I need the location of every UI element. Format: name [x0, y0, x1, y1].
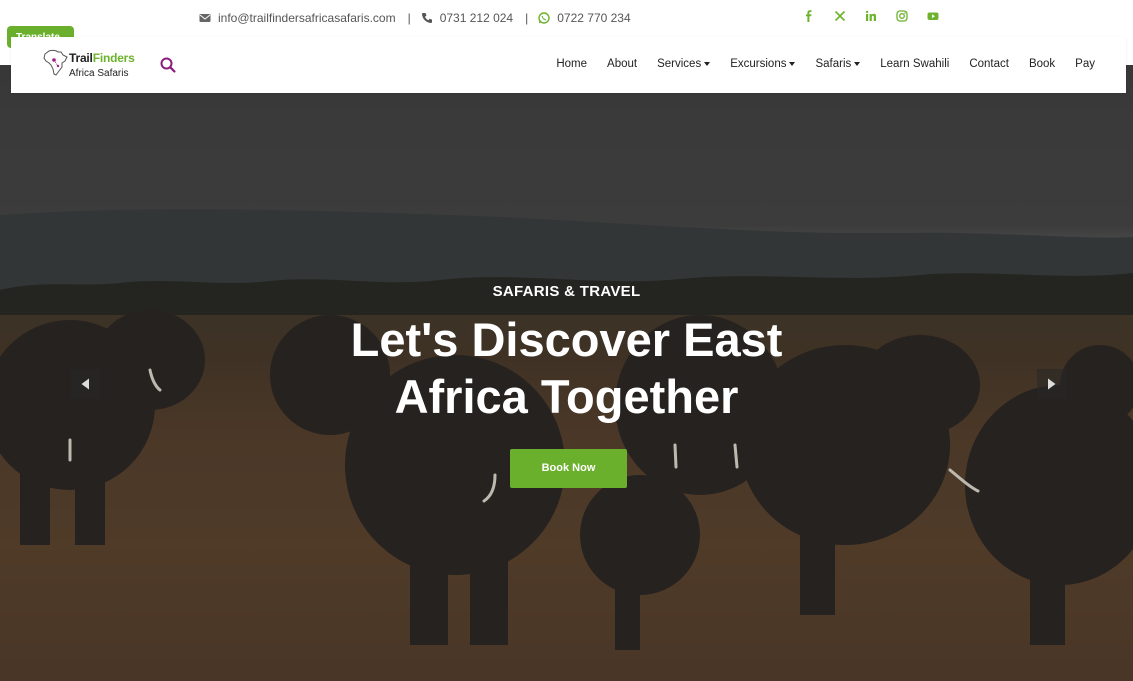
envelope-icon — [199, 12, 211, 24]
email-link[interactable]: info@trailfindersafricasafaris.com — [218, 11, 396, 25]
hero-headline-line-2: Africa Together — [394, 370, 739, 423]
caret-down-icon — [789, 61, 796, 66]
nav-item-label: Excursions — [730, 58, 787, 70]
linkedin-icon[interactable] — [865, 10, 877, 24]
africa-map-icon — [43, 49, 68, 76]
book-now-button[interactable]: Book Now — [510, 449, 627, 488]
contact-info: info@trailfindersafricasafaris.com | 073… — [199, 11, 631, 25]
logo-brand-part1: Trail — [69, 51, 93, 65]
caret-down-icon — [704, 61, 711, 66]
nav-item-pay[interactable]: Pay — [1075, 58, 1095, 70]
nav-item-label: Services — [657, 58, 702, 70]
instagram-icon[interactable] — [896, 10, 908, 24]
nav-item-services[interactable]: Services — [657, 58, 711, 70]
logo[interactable]: TrailFinders Africa Safaris — [43, 49, 148, 81]
hero-eyebrow: SAFARIS & TRAVEL — [492, 283, 641, 300]
youtube-icon[interactable] — [927, 10, 939, 24]
nav-menu: Home About Services Excursions Safaris L… — [536, 58, 1095, 70]
whatsapp-icon — [538, 12, 550, 24]
phone-number-2[interactable]: 0722 770 234 — [557, 11, 630, 25]
hero-headline-line-1: Let's Discover East — [350, 313, 783, 366]
separator: | — [525, 11, 529, 25]
separator: | — [407, 11, 411, 25]
slider-prev-button[interactable] — [71, 369, 100, 399]
x-icon[interactable] — [834, 10, 846, 24]
caret-down-icon — [854, 61, 861, 66]
hero-headline: Let's Discover East Africa Together — [0, 311, 1133, 425]
phone-icon — [421, 12, 433, 24]
chevron-left-icon — [81, 378, 89, 390]
nav-item-learn-swahili[interactable]: Learn Swahili — [880, 58, 949, 70]
logo-tagline: Africa Safaris — [69, 68, 129, 79]
nav-item-about[interactable]: About — [607, 58, 637, 70]
nav-item-contact[interactable]: Contact — [969, 58, 1009, 70]
slider-next-button[interactable] — [1037, 369, 1066, 399]
top-bar: info@trailfindersafricasafaris.com | 073… — [0, 0, 1133, 36]
nav-item-excursions[interactable]: Excursions — [730, 58, 796, 70]
nav-item-book[interactable]: Book — [1029, 58, 1055, 70]
nav-item-label: Safaris — [815, 58, 852, 70]
main-navbar: TrailFinders Africa Safaris Home About S… — [11, 37, 1126, 93]
nav-item-home[interactable]: Home — [556, 58, 587, 70]
chevron-right-icon — [1048, 378, 1056, 390]
logo-brand-part2: Finders — [92, 51, 135, 65]
nav-item-safaris[interactable]: Safaris — [815, 58, 861, 70]
facebook-icon[interactable] — [803, 10, 815, 24]
search-icon[interactable] — [159, 56, 177, 74]
phone-number-1[interactable]: 0731 212 024 — [440, 11, 513, 25]
hero-slider: SAFARIS & TRAVEL Let's Discover East Afr… — [0, 65, 1133, 681]
social-links — [803, 10, 958, 24]
